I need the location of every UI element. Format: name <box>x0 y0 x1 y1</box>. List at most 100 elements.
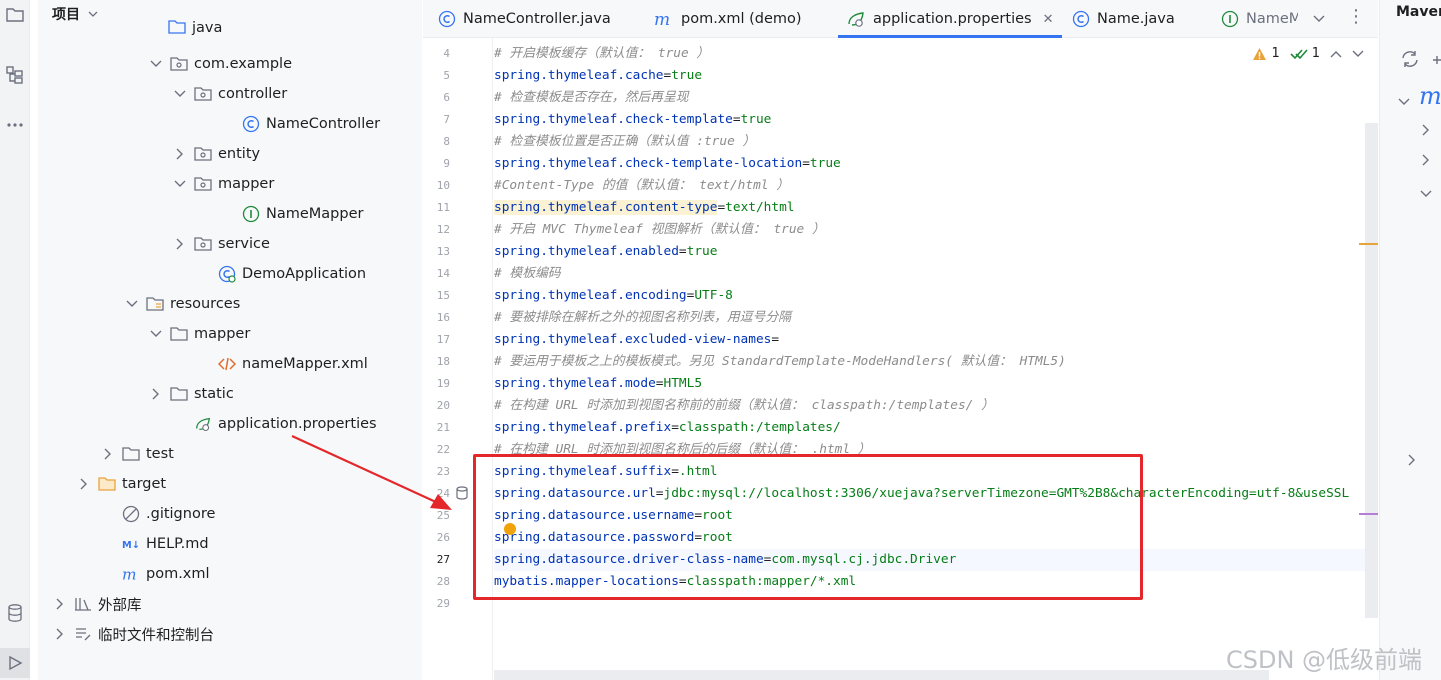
warning-count[interactable]: 1 <box>1252 46 1280 61</box>
code-line[interactable]: spring.thymeleaf.cache=true <box>494 65 702 87</box>
editor-tab[interactable]: NameController.java <box>438 0 611 38</box>
tree-item[interactable]: mapper <box>172 169 274 199</box>
code-line[interactable]: # 检查模板是否存在，然后再呈现 <box>494 87 689 109</box>
tab-label: pom.xml (demo) <box>681 11 802 27</box>
editor-tab[interactable]: m pom.xml (demo) <box>654 0 802 38</box>
chevron-down-icon[interactable] <box>1398 94 1410 110</box>
chevron-down-icon[interactable] <box>1420 186 1432 202</box>
tree-item[interactable]: application.properties <box>180 409 422 439</box>
chevron-right-icon[interactable] <box>172 146 188 162</box>
code-line[interactable]: # 模板编码 <box>494 263 561 285</box>
database-icon[interactable] <box>0 598 30 628</box>
datasource-gutter-icon[interactable] <box>455 486 469 504</box>
code-line[interactable]: #Content-Type 的值（默认值： text/html ） <box>494 175 789 197</box>
excluded-folder-icon <box>98 475 116 493</box>
code-line[interactable]: # 要被排除在解析之外的视图名称列表，用逗号分隔 <box>494 307 791 329</box>
tree-item[interactable]: M↓ HELP.md <box>122 529 209 559</box>
tree-item[interactable]: com.example <box>148 49 292 79</box>
editor-horizontal-scrollbar[interactable] <box>494 670 1269 680</box>
project-panel-header[interactable]: 项目 <box>52 4 98 24</box>
chevron-right-icon[interactable] <box>76 476 92 492</box>
chevron-down-icon[interactable] <box>172 176 188 192</box>
comment-text: # 要被排除在解析之外的视图名称列表，用逗号分隔 <box>494 310 791 325</box>
code-line[interactable]: spring.thymeleaf.check-template=true <box>494 109 771 131</box>
tree-item[interactable]: NameController <box>242 109 380 139</box>
chevron-right-icon[interactable] <box>52 626 68 642</box>
line-number: 4 <box>443 47 450 60</box>
chevron-right-icon[interactable] <box>1422 154 1430 170</box>
more-tools-icon[interactable] <box>0 110 30 140</box>
editor-vertical-scrollbar[interactable] <box>1359 123 1378 618</box>
intention-bulb-icon[interactable] <box>504 523 516 535</box>
code-line[interactable]: # 开启模板缓存（默认值： true ） <box>494 43 709 65</box>
chevron-down-icon[interactable] <box>148 56 164 72</box>
line-number: 23 <box>436 465 450 478</box>
change-stripe-mark[interactable] <box>1359 513 1378 515</box>
editor-tab[interactable]: Name.java <box>1072 0 1175 38</box>
class-icon <box>438 10 456 28</box>
line-number: 12 <box>436 223 450 236</box>
chevron-right-icon[interactable] <box>100 446 116 462</box>
code-editor[interactable]: 4 5 6 7 8 9 10 11 12 13 14 15 16 17 18 19 20 21 22 23 24 25 26… <box>423 38 1378 680</box>
code-line[interactable]: # 开启 MVC Thymeleaf 视图解析（默认值： true ） <box>494 219 825 241</box>
run-icon[interactable] <box>0 648 30 678</box>
code-line[interactable]: # 检查模板位置是否正确（默认值 :true ） <box>494 131 755 153</box>
tree-item[interactable]: static <box>148 379 234 409</box>
code-line[interactable]: spring.thymeleaf.enabled=true <box>494 241 717 263</box>
chevron-down-icon[interactable] <box>1352 50 1364 58</box>
code-line[interactable]: spring.thymeleaf.prefix=classpath:/templ… <box>494 417 841 439</box>
code-line[interactable]: spring.thymeleaf.excluded-view-names= <box>494 329 779 351</box>
tree-item[interactable]: nameMapper.xml <box>218 349 368 379</box>
code-line[interactable]: spring.thymeleaf.check-template-location… <box>494 153 841 175</box>
tree-item[interactable]: entity <box>172 139 260 169</box>
chevron-right-icon[interactable] <box>172 236 188 252</box>
editor-tab[interactable]: NameM <box>1221 0 1298 38</box>
chevron-up-icon[interactable] <box>1330 50 1342 58</box>
project-tool-folder-icon[interactable] <box>0 0 30 30</box>
chevron-down-icon[interactable] <box>148 326 164 342</box>
chevron-down-icon[interactable] <box>124 296 140 312</box>
code-line[interactable]: # 要运用于模板之上的模板模式。另见 StandardTemplate-Mode… <box>494 351 1066 373</box>
chevron-right-icon[interactable] <box>1422 124 1430 140</box>
tree-item[interactable]: test <box>100 439 174 469</box>
comment-text: # 开启模板缓存（默认值： true ） <box>494 46 710 61</box>
reload-icon[interactable] <box>1400 50 1420 72</box>
tree-item[interactable]: .gitignore <box>122 499 215 529</box>
code-line[interactable]: spring.thymeleaf.content-type=text/html <box>494 197 795 219</box>
tree-item[interactable]: NameMapper <box>242 199 363 229</box>
tree-item[interactable]: DemoApplication <box>218 259 366 289</box>
tab-more-icon[interactable]: ⋮ <box>1347 8 1365 26</box>
inspection-widget[interactable]: 1 1 <box>1252 46 1364 61</box>
code-line[interactable]: # 在构建 URL 时添加到视图名称前的前缀（默认值： classpath:/t… <box>494 395 994 417</box>
annotation-highlight-box <box>473 454 1143 600</box>
tree-item[interactable]: target <box>38 469 389 499</box>
tree-item[interactable]: m pom.xml <box>122 559 210 589</box>
line-number: 14 <box>436 267 450 280</box>
structure-icon[interactable] <box>0 60 30 90</box>
tree-item[interactable]: 外部库 <box>52 589 142 619</box>
tree-item[interactable]: resources <box>124 289 240 319</box>
warning-stripe-mark[interactable] <box>1359 243 1378 245</box>
code-line[interactable]: spring.thymeleaf.encoding=UTF-8 <box>494 285 733 307</box>
tab-label: NameM <box>1246 11 1298 27</box>
typo-count[interactable]: 1 <box>1290 46 1320 61</box>
tree-item[interactable]: 临时文件和控制台 <box>52 619 214 649</box>
tree-item[interactable]: controller <box>172 79 287 109</box>
maven-project-icon[interactable]: m <box>1419 82 1441 110</box>
tree-item[interactable]: mapper <box>148 319 250 349</box>
close-tab-icon[interactable]: ✕ <box>1043 12 1054 27</box>
chevron-right-icon[interactable] <box>148 386 164 402</box>
line-number: 11 <box>436 201 450 214</box>
property-key: spring.thymeleaf.excluded-view-names <box>494 332 772 347</box>
code-line[interactable]: spring.thymeleaf.mode=HTML5 <box>494 373 702 395</box>
tree-item[interactable]: service <box>172 229 270 259</box>
chevron-down-icon[interactable] <box>172 86 188 102</box>
editor-tab[interactable]: application.properties ✕ <box>838 0 1061 38</box>
tree-item[interactable]: java <box>168 14 222 36</box>
chevron-right-icon[interactable] <box>52 596 68 612</box>
add-maven-project-icon[interactable] <box>1432 52 1441 72</box>
tab-list-chevron-icon[interactable] <box>1313 11 1325 27</box>
chevron-right-icon[interactable] <box>1408 454 1416 470</box>
tree-item-label: nameMapper.xml <box>242 356 368 372</box>
chevron-down-icon[interactable] <box>88 11 98 17</box>
